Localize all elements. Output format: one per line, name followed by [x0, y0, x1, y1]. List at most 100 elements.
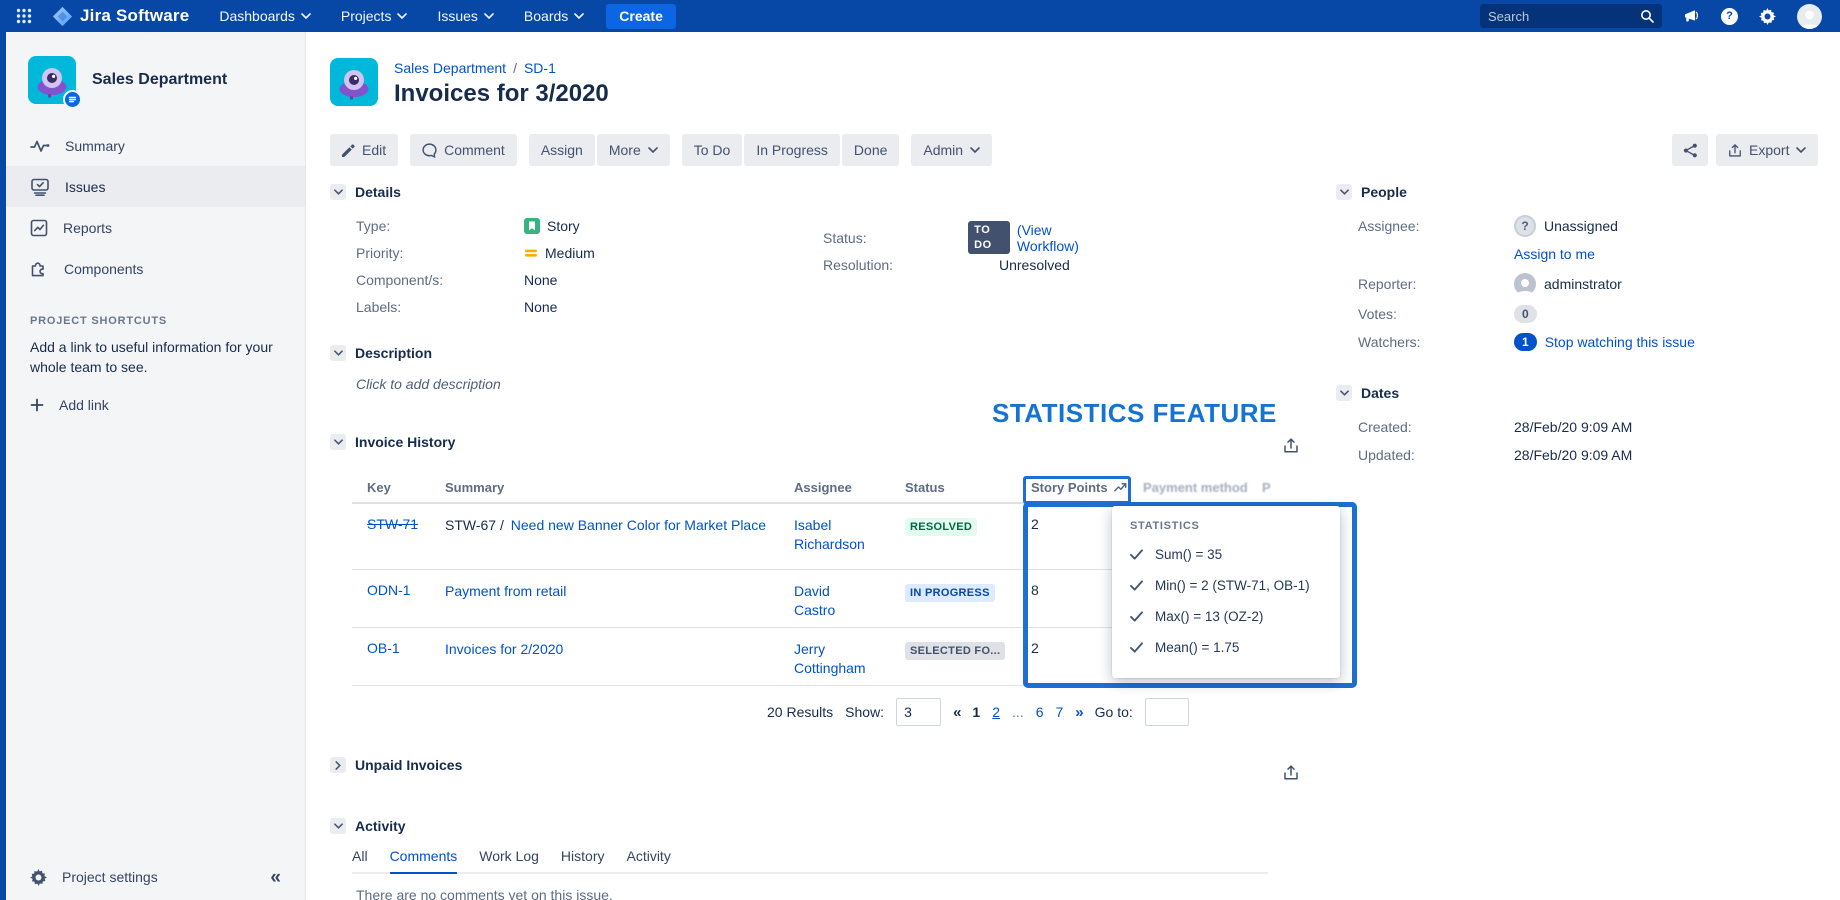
nav-dashboards[interactable]: Dashboards: [219, 8, 311, 24]
search-box[interactable]: [1480, 4, 1662, 28]
project-shortcuts-header: PROJECT SHORTCUTS: [30, 315, 305, 327]
share-button[interactable]: [1672, 134, 1708, 166]
next-page-icon[interactable]: »: [1075, 704, 1082, 721]
statistics-popup: STATISTICS Sum() = 35 Min() = 2 (STW-71,…: [1112, 506, 1340, 678]
page-7[interactable]: 7: [1055, 704, 1063, 720]
statistics-feature-callout: STATISTICS FEATURE: [992, 398, 1277, 429]
comment-button[interactable]: Comment: [410, 134, 517, 166]
add-link-button[interactable]: Add link: [30, 397, 305, 413]
unpaid-invoices-export-icon[interactable]: [1283, 764, 1299, 781]
view-workflow-link[interactable]: (View Workflow): [1017, 222, 1098, 254]
resolution-field: Resolution: Unresolved: [823, 251, 1097, 278]
project-sidebar: Sales Department Summary Issues Reports …: [6, 32, 306, 900]
summary-link[interactable]: Payment from retail: [445, 583, 566, 599]
description-placeholder[interactable]: Click to add description: [356, 376, 501, 392]
export-button[interactable]: Export: [1716, 134, 1818, 166]
invoice-history-section-title: Invoice History: [355, 434, 455, 450]
watchers-badge[interactable]: 1: [1514, 333, 1537, 351]
watchers-field: Watchers: 1 Stop watching this issue: [1358, 328, 1836, 356]
sidebar-item-summary[interactable]: Summary: [6, 125, 305, 166]
assign-to-me-link[interactable]: Assign to me: [1514, 246, 1595, 262]
tab-activity[interactable]: Activity: [626, 848, 670, 872]
jira-logo[interactable]: Jira Software: [52, 6, 189, 27]
admin-button[interactable]: Admin: [911, 134, 992, 166]
todo-transition-button[interactable]: To Do: [682, 134, 743, 166]
page-1[interactable]: 1: [972, 704, 980, 720]
more-button[interactable]: More: [597, 134, 670, 166]
in-progress-transition-button[interactable]: In Progress: [744, 134, 840, 166]
nav-projects[interactable]: Projects: [341, 8, 408, 24]
statistics-option-mean[interactable]: Mean() = 1.75: [1130, 632, 1322, 663]
collapse-description-icon[interactable]: [330, 345, 346, 361]
page-6[interactable]: 6: [1036, 704, 1044, 720]
previous-page-icon[interactable]: «: [953, 704, 960, 721]
votes-badge[interactable]: 0: [1514, 305, 1537, 323]
tab-all[interactable]: All: [352, 848, 368, 872]
collapse-dates-icon[interactable]: [1336, 385, 1352, 401]
project-avatar[interactable]: [28, 56, 76, 104]
stop-watching-link[interactable]: Stop watching this issue: [1545, 334, 1695, 350]
statistics-option-sum[interactable]: Sum() = 35: [1130, 539, 1322, 570]
sidebar-nav: Summary Issues Reports Components: [6, 125, 305, 289]
column-header-partial[interactable]: P: [1262, 480, 1290, 495]
user-avatar-icon[interactable]: [1797, 4, 1822, 29]
nav-issues[interactable]: Issues: [437, 8, 493, 24]
goto-page-input[interactable]: [1145, 698, 1189, 726]
summary-link[interactable]: Invoices for 2/2020: [445, 641, 563, 657]
breadcrumb-issue-link[interactable]: SD-1: [524, 60, 556, 76]
collapse-invoice-history-icon[interactable]: [330, 434, 346, 450]
collapse-activity-icon[interactable]: [330, 818, 346, 834]
breadcrumb-project-link[interactable]: Sales Department: [394, 60, 506, 76]
sidebar-item-components[interactable]: Components: [6, 248, 305, 289]
tab-history[interactable]: History: [561, 848, 605, 872]
assignee-link[interactable]: Jerry Cottingham: [794, 640, 874, 678]
column-header-payment-method[interactable]: Payment method: [1143, 480, 1262, 495]
sidebar-item-issues[interactable]: Issues: [6, 166, 305, 207]
chevron-down-icon: [574, 13, 584, 19]
activity-section: Activity All Comments Work Log History A…: [330, 818, 1268, 900]
story-icon: [524, 218, 540, 234]
description-section: Description Click to add description: [330, 345, 501, 392]
issue-key-link[interactable]: OB-1: [367, 640, 400, 656]
issue-key-link[interactable]: STW-71: [367, 516, 418, 532]
assignee-link[interactable]: David Castro: [794, 582, 874, 620]
page-2[interactable]: 2: [992, 704, 1000, 720]
column-header-key[interactable]: Key: [352, 480, 445, 495]
edit-button[interactable]: Edit: [330, 134, 398, 166]
column-header-status[interactable]: Status: [905, 480, 1031, 495]
search-input[interactable]: [1488, 9, 1640, 24]
project-settings-button[interactable]: Project settings: [6, 854, 305, 900]
page-size-input[interactable]: [896, 698, 941, 726]
collapse-sidebar-icon[interactable]: «: [270, 868, 281, 887]
plus-icon: [30, 398, 44, 412]
check-icon: [1130, 549, 1143, 560]
collapse-details-icon[interactable]: [330, 184, 346, 200]
expand-unpaid-invoices-icon[interactable]: [330, 757, 346, 773]
statistics-option-min[interactable]: Min() = 2 (STW-71, OB-1): [1130, 570, 1322, 601]
assignee-link[interactable]: Isabel Richardson: [794, 516, 874, 554]
invoice-history-export-icon[interactable]: [1283, 437, 1299, 454]
done-transition-button[interactable]: Done: [842, 134, 899, 166]
details-section: Details Type: Story Priority: Medium Com…: [330, 184, 1050, 320]
collapse-people-icon[interactable]: [1336, 184, 1352, 200]
column-header-summary[interactable]: Summary: [445, 480, 794, 495]
app-grid-icon[interactable]: [16, 8, 32, 24]
edit-pencil-icon: [342, 144, 355, 157]
help-icon[interactable]: ?: [1721, 8, 1738, 25]
goto-label: Go to:: [1095, 704, 1133, 720]
person-avatar-icon: [1514, 273, 1536, 295]
sidebar-item-reports[interactable]: Reports: [6, 207, 305, 248]
column-header-story-points[interactable]: Story Points: [1031, 480, 1143, 495]
components-icon: [30, 259, 49, 278]
tab-work-log[interactable]: Work Log: [479, 848, 539, 872]
tab-comments[interactable]: Comments: [390, 848, 458, 874]
statistics-option-max[interactable]: Max() = 13 (OZ-2): [1130, 601, 1322, 632]
settings-gear-icon[interactable]: [1759, 8, 1776, 25]
issue-key-link[interactable]: ODN-1: [367, 582, 411, 598]
assign-button[interactable]: Assign: [529, 134, 595, 166]
column-header-assignee[interactable]: Assignee: [794, 480, 905, 495]
create-button[interactable]: Create: [606, 4, 676, 29]
nav-boards[interactable]: Boards: [524, 8, 584, 24]
summary-link[interactable]: Need new Banner Color for Market Place: [511, 517, 766, 533]
announcement-icon[interactable]: [1683, 8, 1700, 24]
